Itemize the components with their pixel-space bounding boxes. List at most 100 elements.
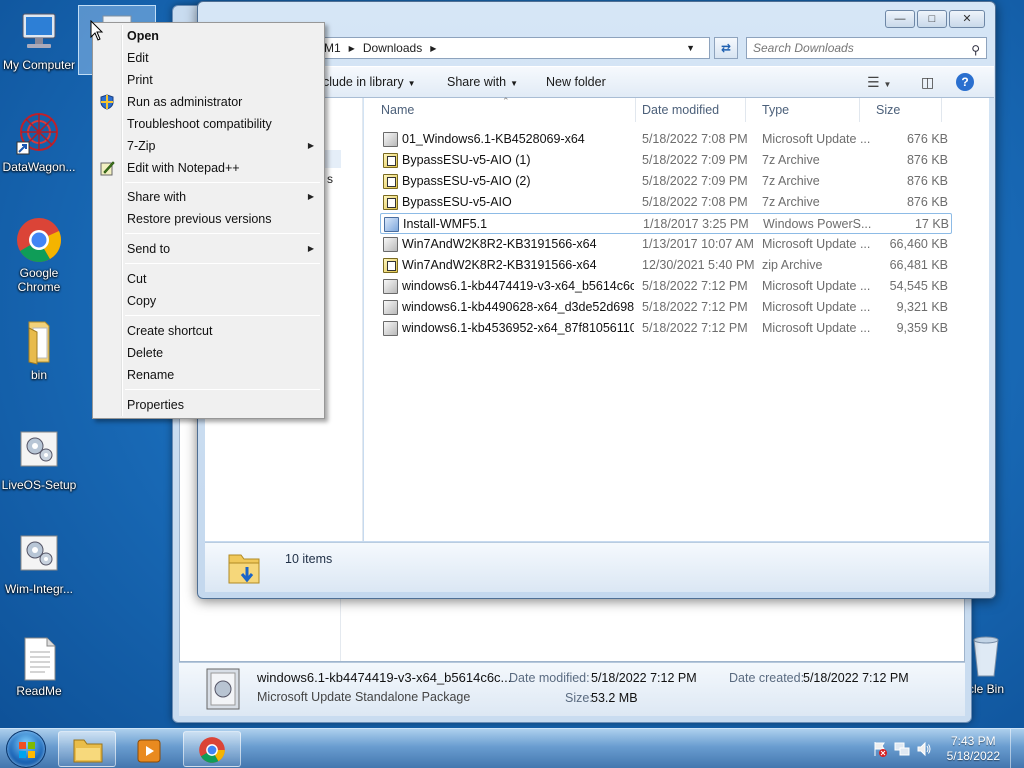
menu-item-run-as-administrator[interactable]: Run as administrator [95,91,322,113]
file-date: 5/18/2022 7:08 PM [642,195,748,209]
share-with-button[interactable]: Share with ▼ [447,75,518,89]
file-date: 5/18/2022 7:08 PM [642,132,748,146]
file-row-selected[interactable]: Install-WMF5.1 1/18/2017 3:25 PM Windows… [380,213,952,234]
menu-item-create-shortcut[interactable]: Create shortcut [95,320,322,342]
column-header-size[interactable]: Size [860,98,942,122]
volume-icon[interactable] [916,741,932,760]
file-row[interactable]: Win7AndW2K8R2-KB3191566-x64 12/30/2021 5… [380,255,952,276]
new-folder-button[interactable]: New folder [546,75,606,89]
search-input[interactable]: Search Downloads ⚲ [746,37,987,59]
include-in-library-button[interactable]: clude in library ▼ [323,75,416,89]
taskbar: 7:43 PM 5/18/2022 [0,728,1024,768]
file-row[interactable]: BypassESU-v5-AIO (1) 5/18/2022 7:09 PM 7… [380,150,952,171]
column-header-date[interactable]: Date modified [626,98,746,122]
media-player-icon [135,737,163,768]
file-size: 876 KB [906,174,948,188]
file-size: 9,321 KB [896,300,948,314]
file-type: Microsoft Update ... [762,237,871,251]
menu-item-open[interactable]: Open [95,25,322,47]
menu-item-share-with[interactable]: Share with ▶ [95,186,322,208]
change-view-button[interactable]: ☰ ▼ [867,74,891,91]
desktop-icon-my-computer[interactable]: My Computer [0,8,78,72]
submenu-arrow-icon: ▶ [307,192,314,201]
taskbar-media-player-button[interactable] [120,731,178,767]
archive-icon [383,153,398,168]
menu-item-label: Run as administrator [127,95,243,109]
refresh-button[interactable]: ⇄ [714,37,738,59]
details-date-modified: 5/18/2022 7:12 PM [591,671,697,685]
file-date: 12/30/2021 5:40 PM [642,258,755,272]
file-type: 7z Archive [762,174,820,188]
menu-item-print[interactable]: Print [95,69,322,91]
taskbar-chrome-button[interactable] [183,731,241,767]
show-desktop-button[interactable] [1010,729,1024,768]
file-row[interactable]: windows6.1-kb4536952-x64_87f81056110... … [380,318,952,339]
desktop-icon-google-chrome[interactable]: Google Chrome [0,216,78,294]
powershell-script-icon [384,217,399,232]
file-type: Windows PowerS... [763,217,872,231]
menu-item-label: 7-Zip [127,139,156,153]
setup-gear-icon [15,532,63,580]
file-row[interactable]: 01_Windows6.1-KB4528069-x64 5/18/2022 7:… [380,129,952,150]
desktop-icon-label: bin [30,368,47,382]
breadcrumb-downloads[interactable]: Downloads [363,41,422,55]
menu-item-rename[interactable]: Rename [95,364,322,386]
breadcrumb-m1[interactable]: M1 [324,41,341,55]
file-row[interactable]: windows6.1-kb4490628-x64_d3de52d698... 5… [380,297,952,318]
menu-item-properties[interactable]: Properties [95,394,322,416]
menu-item-copy[interactable]: Copy [95,290,322,312]
file-row[interactable]: BypassESU-v5-AIO 5/18/2022 7:08 PM 7z Ar… [380,192,952,213]
update-package-icon [383,132,398,147]
file-list[interactable]: ⌃ Name Date modified Type Size 01_Window… [364,96,989,541]
column-header-type[interactable]: Type [746,98,860,122]
desktop-icon-wim-integrator[interactable]: Wim-Integr... [0,532,78,596]
network-icon[interactable] [894,741,910,760]
breadcrumb-separator-icon: ▶ [430,43,437,53]
action-center-icon[interactable] [872,741,888,760]
chevron-down-icon: ▼ [510,79,518,88]
close-button[interactable]: ✕ [949,10,985,28]
address-dropdown-icon[interactable]: ▼ [686,43,695,53]
file-name: Install-WMF5.1 [403,217,488,231]
preview-pane-button[interactable]: ◫ [921,74,934,91]
desktop-icon-label: DataWagon... [2,160,76,174]
menu-item-send-to[interactable]: Send to ▶ [95,238,322,260]
desktop-icon-bin-folder[interactable]: bin [0,318,78,382]
desktop-icon-datawagon[interactable]: DataWagon... [0,110,78,174]
file-date: 5/18/2022 7:12 PM [642,300,748,314]
column-header-name[interactable]: Name [364,98,636,122]
clock-time: 7:43 PM [950,734,996,748]
menu-item-delete[interactable]: Delete [95,342,322,364]
taskbar-explorer-button[interactable] [58,731,116,767]
file-type: Microsoft Update ... [762,321,871,335]
file-date: 5/18/2022 7:12 PM [642,279,748,293]
refresh-icon: ⇄ [720,41,732,55]
menu-item-7zip[interactable]: 7-Zip ▶ [95,135,322,157]
minimize-button[interactable]: — [885,10,915,28]
file-row[interactable]: windows6.1-kb4474419-v3-x64_b5614c6c... … [380,276,952,297]
file-name: Win7AndW2K8R2-KB3191566-x64 [402,237,597,251]
menu-item-edit[interactable]: Edit [95,47,322,69]
menu-item-restore-previous-versions[interactable]: Restore previous versions [95,208,322,230]
menu-item-troubleshoot-compatibility[interactable]: Troubleshoot compatibility [95,113,322,135]
details-filetype: Microsoft Update Standalone Package [257,690,471,704]
file-date: 1/13/2017 10:07 AM [642,237,754,251]
menu-item-edit-with-notepadpp[interactable]: Edit with Notepad++ [95,157,322,179]
menu-item-cut[interactable]: Cut [95,268,322,290]
submenu-arrow-icon: ▶ [307,244,314,253]
help-button[interactable]: ? [956,73,974,91]
desktop-icon-liveos-setup[interactable]: LiveOS-Setup [0,428,78,492]
maximize-button[interactable]: □ [917,10,947,28]
file-name: windows6.1-kb4474419-v3-x64_b5614c6c... [402,279,634,293]
desktop-icon-readme[interactable]: ReadMe [0,634,78,698]
menu-separator [125,263,320,264]
submenu-arrow-icon: ▶ [307,141,314,150]
setup-gear-icon [15,428,63,476]
file-row[interactable]: BypassESU-v5-AIO (2) 5/18/2022 7:09 PM 7… [380,171,952,192]
clock[interactable]: 7:43 PM 5/18/2022 [947,734,1000,764]
search-icon: ⚲ [971,43,980,57]
start-button[interactable] [6,730,46,768]
file-row[interactable]: Win7AndW2K8R2-KB3191566-x64 1/13/2017 10… [380,234,952,255]
archive-icon [383,195,398,210]
desktop-icon-label: Google Chrome [17,266,61,294]
